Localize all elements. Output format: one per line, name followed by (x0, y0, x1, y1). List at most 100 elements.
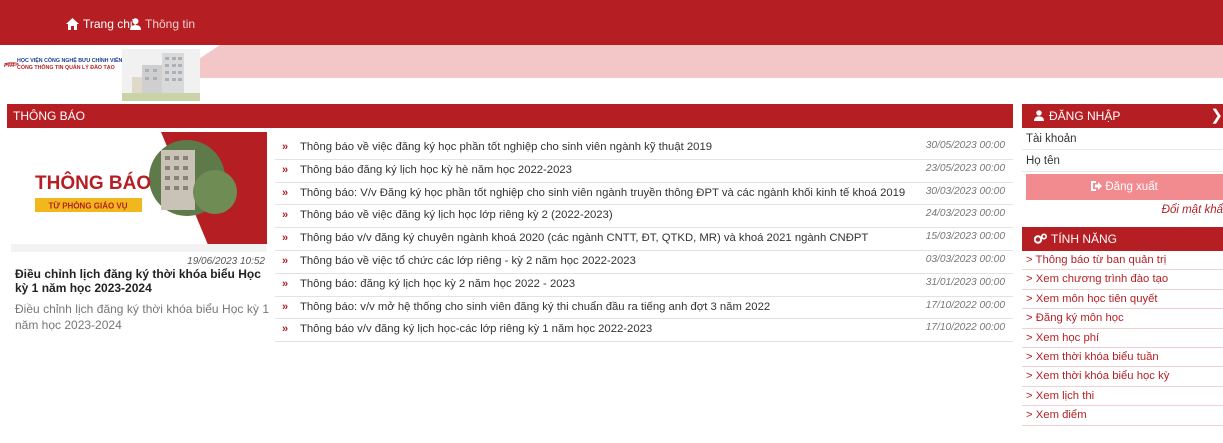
logout-label: Đăng xuất (1105, 181, 1158, 193)
user-icon (1034, 110, 1044, 121)
chevron-right-icon: > (1026, 273, 1033, 286)
announcement-title[interactable]: Thông báo: v/v mở hệ thống cho sinh viên… (300, 301, 770, 313)
login-header-label: ĐĂNG NHẬP (1049, 109, 1121, 123)
feature-link[interactable]: > Xem học phí (1022, 329, 1223, 348)
double-chevron-icon: » (282, 163, 289, 176)
double-chevron-icon: » (282, 300, 289, 313)
announcement-row[interactable]: » Thông báo về việc đăng ký lịch học lớp… (275, 205, 1013, 229)
feature-label: Xem thời khóa biểu tuần (1035, 350, 1159, 363)
chevron-right-icon: > (1026, 292, 1033, 305)
nav-home-label: Trang chủ (83, 17, 137, 31)
featured-title[interactable]: Điều chỉnh lịch đăng ký thời khóa biểu H… (15, 267, 269, 295)
announcement-row[interactable]: » Thông báo đăng ký lịch học kỳ hè năm h… (275, 160, 1013, 183)
banner-band (170, 45, 1223, 78)
featured-image-title: THÔNG BÁO (35, 172, 151, 194)
announcement-date: 17/10/2022 00:00 (925, 322, 1005, 334)
announcement-date: 30/05/2023 00:00 (925, 140, 1005, 151)
nav-info-link[interactable]: Thông tin (130, 17, 195, 31)
announcement-date: 31/01/2023 00:00 (925, 276, 1005, 288)
chevron-right-icon: > (1026, 350, 1033, 363)
announcement-title[interactable]: Thông báo: V/v Đăng ký học phần tốt nghi… (300, 187, 905, 199)
announcement-date: 15/03/2023 00:00 (925, 231, 1005, 243)
double-chevron-icon: » (282, 209, 289, 222)
feature-link[interactable]: > Xem chương trình đào tạo (1022, 270, 1223, 290)
double-chevron-icon: » (282, 232, 289, 245)
double-chevron-icon: » (282, 277, 289, 290)
feature-label: Xem học phí (1035, 331, 1100, 344)
name-label: Họ tên (1022, 150, 1223, 172)
chevron-right-icon: > (1026, 331, 1033, 344)
featured-announcement[interactable]: THÔNG BÁO TỪ PHÒNG GIÁO VỤ 19/06/2023 10… (7, 132, 269, 360)
feature-link[interactable]: > Xem môn học tiên quyết (1022, 290, 1223, 310)
feature-label: Thông báo từ ban quản trị (1035, 254, 1167, 266)
double-chevron-icon: » (282, 186, 289, 199)
home-icon (66, 18, 79, 30)
gears-icon (1033, 233, 1048, 244)
feature-label: Xem chương trình đào tạo (1035, 273, 1169, 286)
change-password-link[interactable]: Đổi mật khẩ (1022, 200, 1223, 220)
feature-link[interactable]: > Xem lịch thi (1022, 387, 1223, 407)
login-header: ĐĂNG NHẬP ❯ (1022, 104, 1223, 128)
chevron-right-icon: > (1026, 254, 1033, 266)
announcement-title[interactable]: Thông báo về việc đăng ký học phần tốt n… (300, 141, 712, 153)
announcement-date: 03/03/2023 00:00 (925, 253, 1005, 265)
announcement-title[interactable]: Thông báo: đăng ký lịch học kỳ 2 năm học… (300, 278, 575, 290)
feature-link[interactable]: > Thông báo từ ban quản trị (1022, 251, 1223, 271)
announcement-date: 17/10/2022 00:00 (925, 299, 1005, 311)
feature-link[interactable]: > Xem thời khóa biểu tuần (1022, 348, 1223, 368)
announcement-row[interactable]: » Thông báo về việc đăng ký học phần tốt… (275, 137, 1013, 160)
chevron-right-icon[interactable]: ❯ (1210, 104, 1223, 128)
feature-label: Đăng ký môn học (1035, 312, 1124, 325)
announcement-date: 24/03/2023 00:00 (925, 208, 1005, 220)
announcement-title[interactable]: Thông báo v/v đăng ký lịch học-các lớp r… (300, 323, 652, 335)
building-image (122, 49, 200, 101)
announcement-row[interactable]: » Thông báo v/v đăng ký chuyên ngành kho… (275, 228, 1013, 251)
sign-out-icon (1091, 181, 1103, 191)
announcement-date: 23/05/2023 00:00 (925, 162, 1005, 174)
feature-label: Xem môn học tiên quyết (1035, 292, 1158, 305)
features-header-label: TÍNH NĂNG (1051, 232, 1117, 246)
feature-link[interactable]: > Xem điểm (1022, 406, 1223, 426)
announcement-banner-image: THÔNG BÁO TỪ PHÒNG GIÁO VỤ (11, 132, 267, 252)
featured-image-subtitle: TỪ PHÒNG GIÁO VỤ (48, 202, 127, 211)
chevron-right-icon: > (1026, 409, 1033, 422)
announcement-panel: THÔNG BÁO THÔNG BÁO TỪ PHÒNG GIÁO VỤ 19/… (7, 104, 1013, 360)
feature-link[interactable]: > Xem thời khóa biểu học kỳ (1022, 367, 1223, 387)
features-header: TÍNH NĂNG (1022, 227, 1223, 251)
feature-label: Xem điểm (1035, 409, 1087, 422)
account-label: Tài khoản (1022, 128, 1223, 150)
announcement-header: THÔNG BÁO (7, 104, 1013, 128)
announcement-title[interactable]: Thông báo v/v đăng ký chuyên ngành khoá … (300, 232, 868, 244)
right-sidebar: ĐĂNG NHẬP ❯ Tài khoản Họ tên Đăng xuất Đ… (1022, 104, 1223, 426)
user-icon (130, 18, 141, 30)
featured-date: 19/06/2023 10:52 (187, 256, 265, 267)
announcement-title[interactable]: Thông báo đăng ký lịch học kỳ hè năm học… (300, 164, 572, 176)
nav-home-link[interactable]: Trang chủ (66, 17, 137, 31)
logout-button[interactable]: Đăng xuất (1026, 174, 1223, 200)
featured-image[interactable]: THÔNG BÁO TỪ PHÒNG GIÁO VỤ (11, 132, 267, 252)
announcement-row[interactable]: » Thông báo: V/v Đăng ký học phần tốt ng… (275, 183, 1013, 206)
logo-line2: CỔNG THÔNG TIN QUẢN LÝ ĐÀO TẠO (17, 65, 115, 71)
feature-label: Xem thời khóa biểu học kỳ (1035, 370, 1170, 383)
announcement-row[interactable]: » Thông báo về việc tổ chức các lớp riên… (275, 251, 1013, 274)
double-chevron-icon: » (282, 323, 289, 336)
double-chevron-icon: » (282, 141, 289, 153)
announcement-date: 30/03/2023 00:00 (925, 185, 1005, 197)
featured-description: Điều chỉnh lịch đăng ký thời khóa biểu H… (15, 302, 269, 332)
chevron-right-icon: > (1026, 389, 1033, 402)
feature-link[interactable]: > Đăng ký môn học (1022, 309, 1223, 329)
chevron-right-icon: > (1026, 312, 1033, 325)
double-chevron-icon: » (282, 254, 289, 267)
feature-label: Xem lịch thi (1035, 389, 1095, 402)
chevron-right-icon: > (1026, 370, 1033, 383)
top-nav-bar: Trang chủ Thông tin (0, 0, 1223, 45)
announcement-row[interactable]: » Thông báo: v/v mở hệ thống cho sinh vi… (275, 297, 1013, 320)
announcement-list: » Thông báo về việc đăng ký học phần tốt… (275, 137, 1013, 343)
announcement-title[interactable]: Thông báo về việc đăng ký lịch học lớp r… (300, 209, 613, 221)
logo-mark: PTIT (4, 63, 15, 69)
announcement-row[interactable]: » Thông báo: đăng ký lịch học kỳ 2 năm h… (275, 274, 1013, 297)
nav-info-label: Thông tin (145, 17, 196, 31)
announcement-title[interactable]: Thông báo về việc tổ chức các lớp riêng … (300, 255, 636, 267)
announcement-row[interactable]: » Thông báo v/v đăng ký lịch học-các lớp… (275, 319, 1013, 343)
header-banner: PTIT HỌC VIỆN CÔNG NGHỆ BƯU CHÍNH VIỄN T… (0, 45, 1223, 101)
